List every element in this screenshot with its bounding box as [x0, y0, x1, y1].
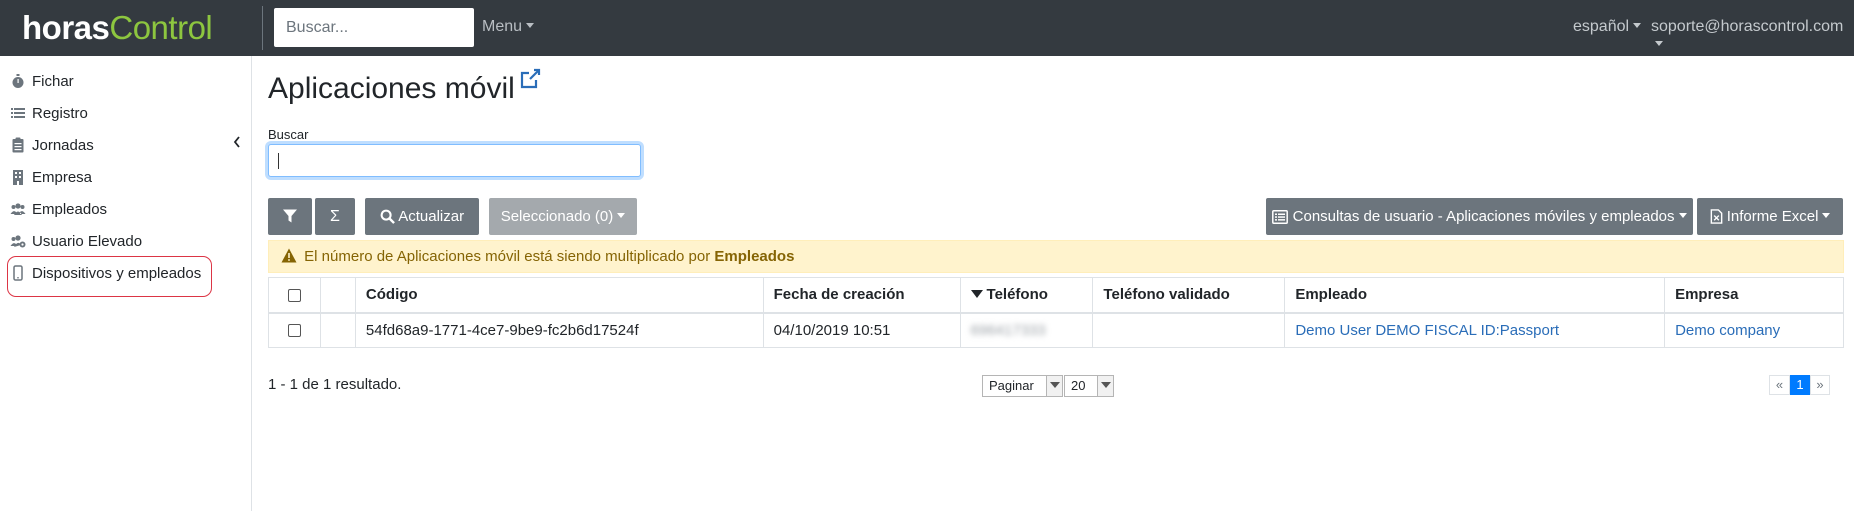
table-header-row: Código Fecha de creación Teléfono Teléfo… — [268, 277, 1844, 314]
stopwatch-icon — [12, 74, 24, 88]
external-link-icon[interactable] — [519, 68, 541, 90]
chevron-down-icon — [1678, 213, 1687, 218]
row-select-cell — [268, 312, 321, 348]
text-cursor — [278, 153, 279, 169]
column-header-telefono[interactable]: Teléfono — [959, 277, 1094, 314]
page-size-select[interactable]: 20 — [1064, 375, 1114, 397]
column-header-fecha-creacion[interactable]: Fecha de creación — [762, 277, 961, 314]
prev-page-button[interactable]: « — [1769, 375, 1790, 395]
chevron-down-icon — [526, 23, 535, 28]
search-input[interactable] — [268, 144, 641, 177]
sidebar-item-empleados[interactable]: Empleados — [10, 196, 107, 224]
dropdown-arrow-icon — [1097, 376, 1113, 396]
users-icon — [10, 203, 26, 215]
sidebar: Fichar Registro Jornadas Empresa Emplead… — [0, 56, 252, 511]
filter-icon — [283, 209, 297, 223]
building-icon — [13, 170, 23, 185]
cell-employee: Demo User DEMO FISCAL ID:Passport — [1284, 312, 1666, 348]
blurred-phone: 696417333 — [970, 321, 1046, 339]
results-table: Código Fecha de creación Teléfono Teléfo… — [268, 277, 1844, 348]
sidebar-item-registro[interactable]: Registro — [10, 100, 88, 128]
selected-dropdown-button[interactable]: Seleccionado (0) — [489, 198, 637, 235]
cell-company: Demo company — [1664, 312, 1844, 348]
paginate-select[interactable]: Paginar — [982, 375, 1063, 397]
sidebar-item-fichar[interactable]: Fichar — [10, 68, 74, 96]
sort-desc-icon — [970, 290, 983, 299]
menu-dropdown[interactable]: Menu — [482, 18, 535, 36]
chevron-left-icon[interactable] — [232, 134, 242, 150]
row-actions-cell — [319, 312, 356, 348]
page-1-button[interactable]: 1 — [1790, 375, 1810, 395]
user-queries-dropdown-button[interactable]: Consultas de usuario - Aplicaciones móvi… — [1266, 198, 1693, 235]
navbar-search-input[interactable] — [274, 8, 474, 47]
users-cog-icon — [10, 235, 26, 248]
user-dropdown[interactable]: soporte@horascontrol.com — [1651, 18, 1854, 54]
warning-icon — [281, 248, 297, 263]
excel-report-dropdown-button[interactable]: Informe Excel — [1697, 198, 1843, 235]
file-excel-icon — [1710, 209, 1722, 224]
row-checkbox[interactable] — [287, 324, 301, 338]
select-all-cell — [268, 277, 321, 314]
table-row[interactable]: 54fd68a9-1771-4ce7-9be9-fc2b6d17524f 04/… — [268, 312, 1844, 348]
dropdown-arrow-icon — [1046, 376, 1062, 396]
page-title: Aplicaciones móvil — [268, 68, 541, 106]
cell-code: 54fd68a9-1771-4ce7-9be9-fc2b6d17524f — [354, 312, 764, 348]
column-header-empleado[interactable]: Empleado — [1284, 277, 1666, 314]
list-alt-icon — [1272, 210, 1289, 224]
company-link[interactable]: Demo company — [1675, 322, 1780, 339]
cell-phone: 696417333 — [959, 312, 1094, 348]
warning-alert: El número de Aplicaciones móvil está sie… — [268, 240, 1844, 273]
chevron-down-icon — [1822, 213, 1831, 218]
navbar-divider — [262, 6, 263, 50]
chevron-down-icon — [617, 213, 626, 218]
sidebar-item-empresa[interactable]: Empresa — [10, 164, 92, 192]
sum-button[interactable]: Σ — [315, 198, 355, 235]
result-count: 1 - 1 de 1 resultado. — [268, 376, 402, 393]
search-icon — [380, 209, 395, 224]
actions-header — [319, 277, 356, 314]
employee-link[interactable]: Demo User DEMO FISCAL ID:Passport — [1295, 322, 1559, 339]
brand-logo[interactable]: horasControl — [22, 10, 213, 46]
select-all-checkbox[interactable] — [287, 288, 301, 302]
column-header-codigo[interactable]: Código — [354, 277, 764, 314]
cell-created: 04/10/2019 10:51 — [762, 312, 961, 348]
refresh-button[interactable]: Actualizar — [365, 198, 479, 235]
chevron-down-icon — [1633, 23, 1642, 28]
cell-phone-validated — [1092, 312, 1286, 348]
highlight-annotation — [7, 256, 212, 297]
clipboard-icon — [12, 137, 24, 153]
next-page-button[interactable]: » — [1810, 375, 1830, 395]
column-header-telefono-validado[interactable]: Teléfono validado — [1092, 277, 1286, 314]
filter-button[interactable] — [268, 198, 312, 235]
list-icon — [11, 108, 25, 118]
sidebar-item-usuario-elevado[interactable]: Usuario Elevado — [10, 228, 142, 256]
search-label: Buscar — [268, 127, 309, 142]
column-header-empresa[interactable]: Empresa — [1664, 277, 1844, 314]
sidebar-item-jornadas[interactable]: Jornadas — [10, 132, 94, 160]
language-dropdown[interactable]: español — [1573, 18, 1642, 36]
top-navbar: horasControl Menu español soporte@horasc… — [0, 0, 1854, 56]
chevron-down-icon — [1655, 41, 1663, 46]
